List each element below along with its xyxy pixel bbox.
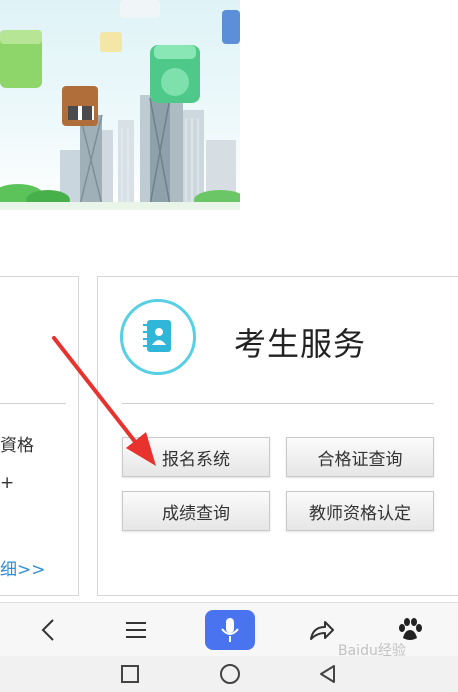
share-icon: [310, 621, 334, 640]
city-illustration: [0, 0, 240, 210]
home-button[interactable]: [212, 656, 248, 692]
triangle-back-icon: [320, 665, 335, 683]
certificate-query-button[interactable]: 合格证查询: [286, 437, 434, 477]
card-divider: [0, 403, 66, 404]
card-divider: [122, 403, 434, 404]
banner-illustration: [0, 0, 240, 210]
menu-icon: [126, 622, 146, 638]
microphone-icon: [221, 618, 239, 642]
system-back-button[interactable]: [310, 656, 346, 692]
exam-service-card: 考生服务 报名系统 合格证查询 成绩查询 教师资格认定: [97, 276, 458, 596]
left-card-text-2: +: [0, 473, 15, 493]
left-card-text: 資格: [0, 436, 34, 456]
back-button[interactable]: [20, 603, 76, 657]
square-icon: [121, 665, 139, 683]
recent-apps-button[interactable]: [112, 656, 148, 692]
registration-system-button[interactable]: 报名系统: [122, 437, 270, 477]
teacher-qualification-button[interactable]: 教师资格认定: [286, 491, 434, 531]
details-link[interactable]: 细>>: [0, 555, 46, 580]
circle-icon: [220, 664, 240, 684]
left-service-card: 資格 + 细>>: [0, 276, 79, 596]
menu-button[interactable]: [108, 603, 164, 657]
back-icon: [41, 619, 54, 641]
address-book-icon: [120, 299, 196, 375]
card-title: 考生服务: [234, 325, 367, 363]
system-navigation-bar: [0, 656, 458, 692]
score-query-button[interactable]: 成绩查询: [122, 491, 270, 531]
voice-search-button[interactable]: [204, 603, 256, 657]
baidu-paw-icon: [399, 618, 422, 640]
baidu-jingyan-watermark: Baidu经验: [338, 643, 406, 659]
